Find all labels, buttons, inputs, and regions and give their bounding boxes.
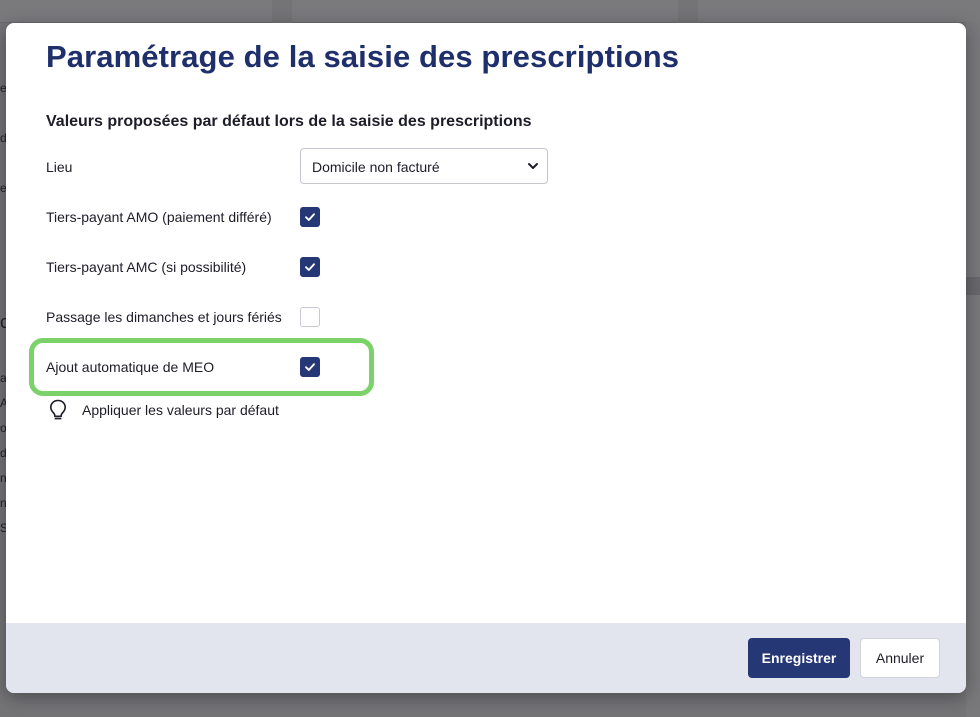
- section-title: Valeurs proposées par défaut lors de la …: [46, 113, 532, 130]
- lightbulb-icon: [50, 399, 66, 420]
- dialog-footer: Enregistrer Annuler: [6, 623, 966, 693]
- check-icon: [305, 263, 315, 271]
- option-label-tiers-payant-amc: Tiers-payant AMC (si possibilité): [46, 259, 247, 275]
- option-label-dimanches-feries: Passage les dimanches et jours fériés: [46, 309, 282, 325]
- lieu-select-value: Domicile non facturé: [312, 159, 440, 175]
- lieu-label: Lieu: [46, 159, 73, 175]
- cancel-button[interactable]: Annuler: [860, 638, 940, 678]
- dimanches-feries-checkbox[interactable]: [300, 307, 320, 327]
- tiers-payant-amo-checkbox[interactable]: [300, 207, 320, 227]
- lieu-select[interactable]: Domicile non facturé: [300, 148, 548, 184]
- option-label-ajout-meo: Ajout automatique de MEO: [46, 359, 215, 375]
- save-button[interactable]: Enregistrer: [748, 638, 850, 678]
- check-icon: [305, 363, 315, 371]
- ajout-meo-checkbox[interactable]: [300, 357, 320, 377]
- tiers-payant-amc-checkbox[interactable]: [300, 257, 320, 277]
- option-label-tiers-payant-amo: Tiers-payant AMO (paiement différé): [46, 209, 272, 225]
- check-icon: [305, 213, 315, 221]
- dialog-title: Paramétrage de la saisie des prescriptio…: [46, 39, 680, 74]
- chevron-down-icon: [528, 163, 538, 169]
- prescription-settings-dialog: Paramétrage de la saisie des prescriptio…: [6, 23, 966, 693]
- apply-defaults-label: Appliquer les valeurs par défaut: [82, 402, 279, 418]
